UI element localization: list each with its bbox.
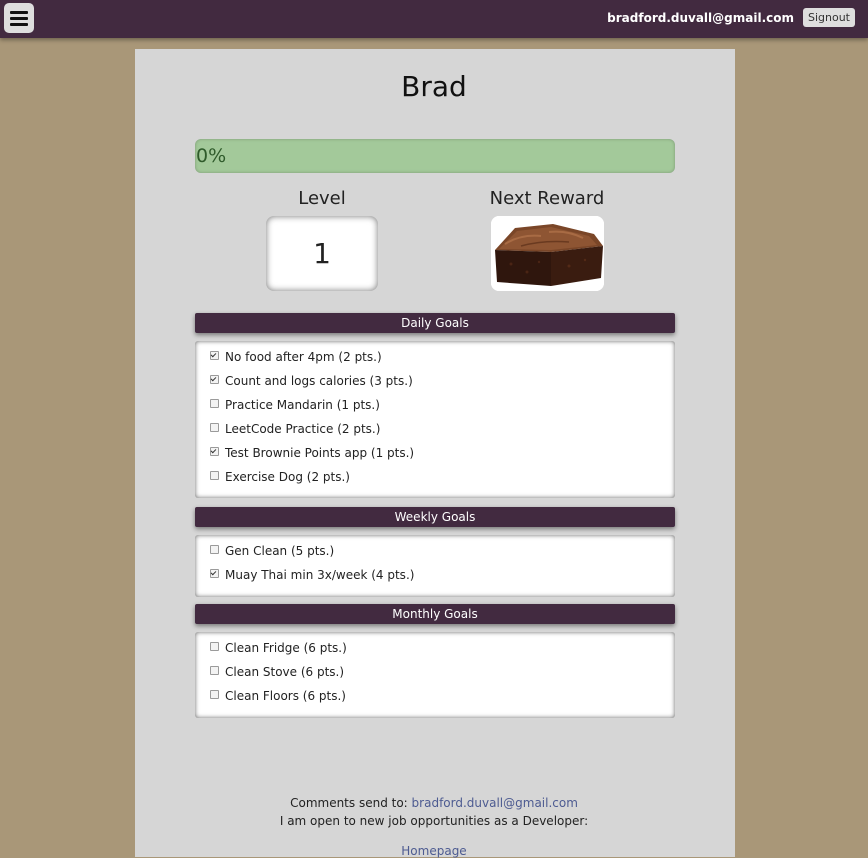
comments-prefix: Comments send to:	[290, 796, 408, 810]
goal-checkbox[interactable]	[210, 471, 219, 480]
goal-checkbox[interactable]	[210, 351, 219, 360]
goal-item[interactable]: Exercise Dog (2 pts.)	[210, 465, 675, 489]
level-label: Level	[298, 188, 346, 209]
goal-item[interactable]: Clean Stove (6 pts.)	[210, 660, 675, 684]
homepage-link[interactable]: Homepage	[401, 844, 466, 858]
weekly-goals-list: Gen Clean (5 pts.) Muay Thai min 3x/week …	[195, 535, 675, 597]
goal-label: Exercise Dog (2 pts.)	[225, 470, 350, 484]
goal-item[interactable]: Clean Floors (6 pts.)	[210, 684, 675, 708]
next-reward-label: Next Reward	[489, 188, 605, 209]
menu-bar-line	[10, 17, 28, 20]
goal-item[interactable]: Muay Thai min 3x/week (4 pts.)	[210, 563, 675, 587]
user-email: bradford.duvall@gmail.com	[607, 11, 794, 25]
goal-label: Clean Fridge (6 pts.)	[225, 641, 347, 655]
goal-label: Muay Thai min 3x/week (4 pts.)	[225, 568, 415, 582]
goal-checkbox[interactable]	[210, 447, 219, 456]
level-value: 1	[266, 216, 378, 291]
menu-bar-line	[10, 11, 28, 14]
comments-email-link[interactable]: bradford.duvall@gmail.com	[412, 796, 578, 810]
monthly-goals-list: Clean Fridge (6 pts.) Clean Stove (6 pts.…	[195, 632, 675, 718]
goal-checkbox[interactable]	[210, 399, 219, 408]
goal-label: No food after 4pm (2 pts.)	[225, 350, 382, 364]
goal-label: Test Brownie Points app (1 pts.)	[225, 446, 415, 460]
progress-percent: 0%	[196, 145, 227, 167]
goal-checkbox[interactable]	[210, 375, 219, 384]
points-progress-bar: 0%	[195, 139, 675, 173]
weekly-goals-header: Weekly Goals	[195, 507, 675, 527]
goal-label: LeetCode Practice (2 pts.)	[225, 422, 381, 436]
footer-jobs-text: I am open to new job opportunities as a …	[279, 814, 589, 828]
monthly-goals-header: Monthly Goals	[195, 604, 675, 624]
goal-label: Clean Stove (6 pts.)	[225, 665, 345, 679]
goal-checkbox[interactable]	[210, 690, 219, 699]
daily-goals-list: No food after 4pm (2 pts.) Count and logs…	[195, 341, 675, 498]
menu-bar-line	[10, 23, 28, 26]
goal-label: Practice Mandarin (1 pts.)	[225, 398, 380, 412]
footer-comments: Comments send to: bradford.duvall@gmail.…	[0, 796, 868, 810]
reward-image	[491, 216, 604, 291]
top-navbar: bradford.duvall@gmail.com Signout	[0, 0, 868, 38]
goal-item[interactable]: Test Brownie Points app (1 pts.)	[210, 441, 675, 465]
hamburger-menu-icon[interactable]	[4, 3, 34, 33]
goal-checkbox[interactable]	[210, 545, 219, 554]
goal-label: Count and logs calories (3 pts.)	[225, 374, 413, 388]
goal-item[interactable]: Clean Fridge (6 pts.)	[210, 636, 675, 660]
goal-item[interactable]: LeetCode Practice (2 pts.)	[210, 417, 675, 441]
footer-homepage: Homepage	[0, 844, 868, 858]
goal-checkbox[interactable]	[210, 569, 219, 578]
goal-item[interactable]: No food after 4pm (2 pts.)	[210, 345, 675, 369]
goal-label: Clean Floors (6 pts.)	[225, 689, 346, 703]
brownie-icon	[491, 216, 604, 291]
goal-item[interactable]: Gen Clean (5 pts.)	[210, 539, 675, 563]
goal-item[interactable]: Count and logs calories (3 pts.)	[210, 369, 675, 393]
goal-checkbox[interactable]	[210, 423, 219, 432]
goal-checkbox[interactable]	[210, 666, 219, 675]
daily-goals-header: Daily Goals	[195, 313, 675, 333]
signout-button[interactable]: Signout	[802, 8, 855, 27]
goal-checkbox[interactable]	[210, 642, 219, 651]
user-name-title: Brad	[401, 70, 467, 103]
goal-label: Gen Clean (5 pts.)	[225, 544, 335, 558]
goal-item[interactable]: Practice Mandarin (1 pts.)	[210, 393, 675, 417]
